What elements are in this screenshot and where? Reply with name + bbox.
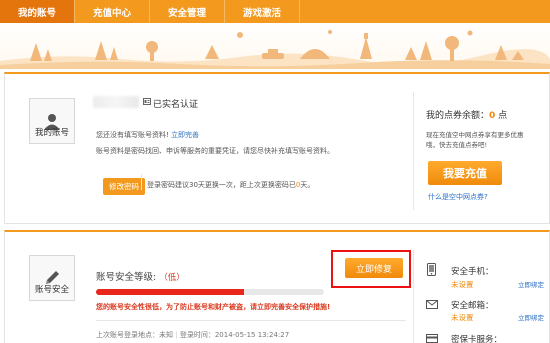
divider [141, 174, 142, 190]
phone-status-value: 未设置 [451, 280, 474, 289]
last-login-time: 登录时间：2014-05-15 13:24:27 [179, 331, 290, 339]
phone-status: 未设置 [451, 279, 474, 290]
tab-security-management[interactable]: 安全管理 [150, 0, 226, 23]
mobile-phone-icon [427, 263, 436, 276]
email-status-value: 未设置 [451, 313, 474, 322]
card2-divider [413, 250, 414, 343]
password-note: 登录密码建议30天更换一次，距上次更换密码已0天。 [147, 180, 314, 190]
highlight-box [331, 250, 411, 288]
security-card: 账号安全 账号安全等级: （低） 立即修复 您的账号安全性很低，为了防止账号和财… [4, 230, 550, 343]
bind-email-link[interactable]: 立即绑定 [518, 312, 544, 322]
security-level-label: 账号安全等级: [96, 272, 157, 283]
phone-label: 安全手机： [451, 267, 494, 277]
security-progress-fill [96, 289, 245, 295]
points-description: 现在充值空中网点券享有更多优惠哦，快去充值点券吧! [426, 131, 524, 149]
top-nav: 我的账号 充值中心 安全管理 游戏激活 [0, 0, 550, 23]
security-divider [96, 320, 406, 321]
verified-status: 已实名认证 [153, 100, 199, 110]
profile-hint-text: 您还没有填写账号资料! [96, 131, 169, 139]
email-icon [426, 300, 438, 309]
account-card: 我的账号 已实名认证 您还没有填写账号资料! 立即完善 账号资料是密码找回、申诉… [4, 72, 550, 224]
tab-game-activation[interactable]: 游戏激活 [225, 0, 301, 23]
last-login-info: 上次账号登录地点：未知 | 登录时间：2014-05-15 13:24:27 [96, 331, 290, 339]
landscape-illustration [0, 30, 550, 69]
tab-recharge-center[interactable]: 充值中心 [75, 0, 151, 23]
bind-phone-link[interactable]: 立即绑定 [518, 279, 544, 289]
last-login-location: 上次账号登录地点：未知 [96, 331, 173, 339]
security-warning: 您的账号安全性很低，为了防止账号和财产被盗，请立即完善安全保护措施! [96, 303, 331, 311]
decorative-banner [0, 23, 550, 69]
change-password-button[interactable]: 修改密码 [103, 178, 145, 195]
recharge-button[interactable]: 我要充值 [428, 161, 502, 185]
points-unit: 点 [498, 111, 508, 121]
tab-my-account[interactable]: 我的账号 [0, 0, 76, 23]
complete-profile-link[interactable]: 立即完善 [171, 131, 199, 139]
security-level-value: （低） [159, 273, 185, 283]
security-card-label: 密保卡服务： [451, 335, 503, 343]
email-status: 未设置 [451, 312, 474, 323]
security-card-icon [426, 334, 438, 343]
points-label: 我的点券余额： [426, 111, 490, 121]
id-card-icon [143, 98, 151, 107]
card1-divider [413, 92, 414, 210]
security-level: 账号安全等级: （低） [96, 269, 185, 283]
account-icon-label: 我的账号 [34, 128, 69, 138]
points-value: 0 [489, 111, 496, 121]
what-is-points-link[interactable]: 什么是空中网点券? [428, 192, 488, 202]
password-note-a: 登录密码建议30天更换一次，距上次更换密码已 [147, 181, 296, 189]
password-note-b: 天。 [300, 181, 315, 189]
security-icon-label: 账号安全 [34, 285, 69, 295]
security-progress-bar [96, 289, 324, 295]
points-balance: 我的点券余额：0 点 [426, 108, 507, 121]
email-label: 安全邮箱： [451, 301, 494, 311]
profile-hint: 您还没有填写账号资料! 立即完善 [96, 130, 199, 140]
username-redacted [93, 96, 139, 108]
profile-importance-text: 账号资料是密码找回、申诉等服务的重要凭证，请您尽快补充填写账号资料。 [96, 147, 334, 155]
